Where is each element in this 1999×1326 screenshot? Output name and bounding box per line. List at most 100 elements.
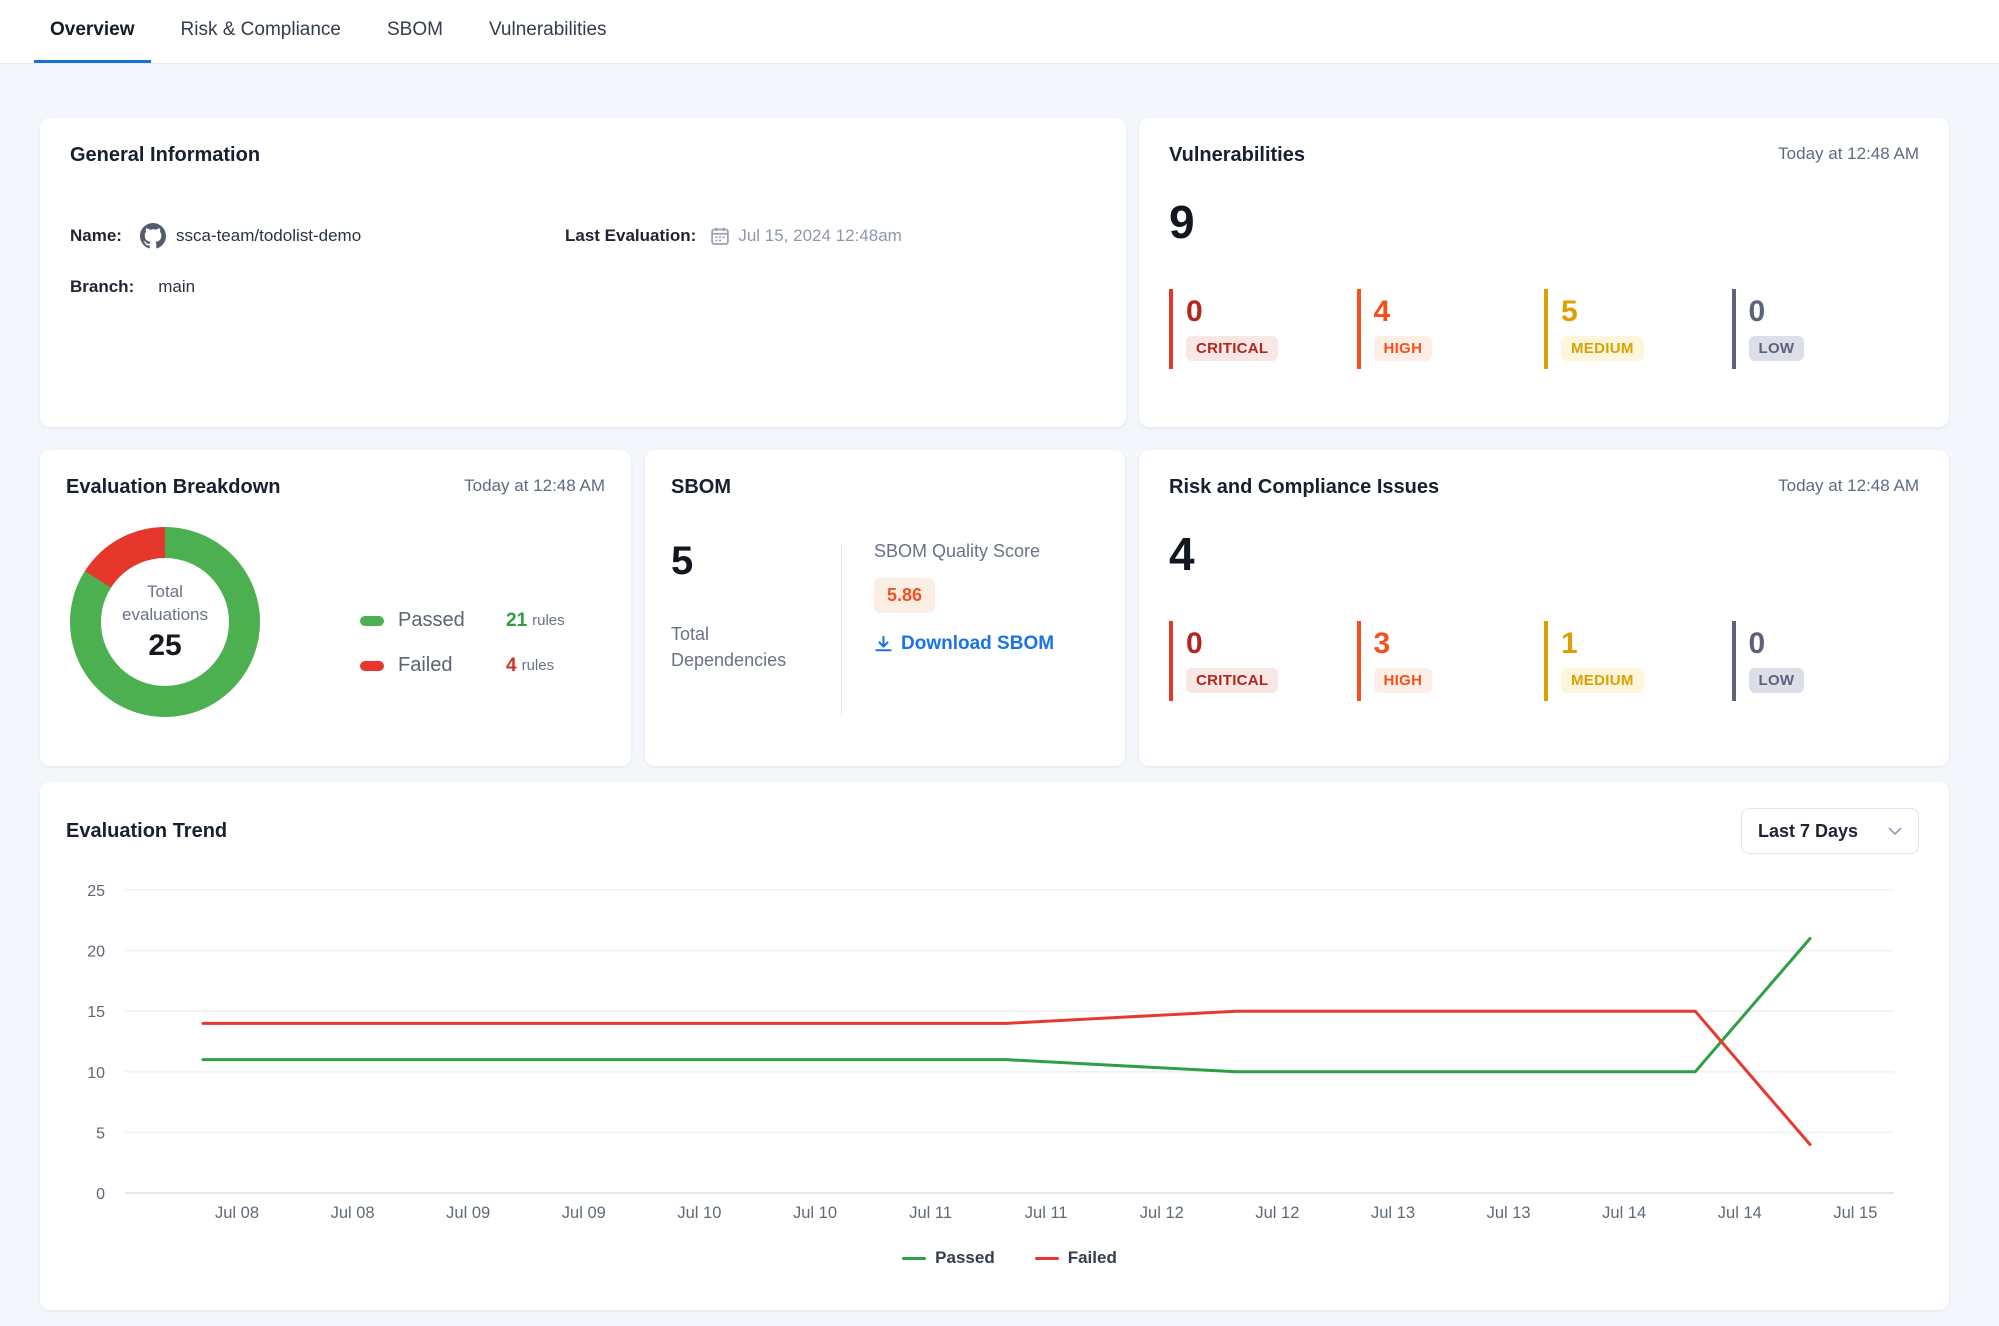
severity-item: 4 HIGH	[1357, 289, 1545, 369]
card-title: Vulnerabilities	[1169, 144, 1305, 167]
svg-text:0: 0	[96, 1186, 105, 1203]
tab-sbom[interactable]: SBOM	[371, 0, 459, 63]
download-sbom-label: Download SBOM	[901, 633, 1054, 655]
branch-label: Branch:	[70, 277, 134, 297]
svg-text:Jul 09: Jul 09	[562, 1204, 606, 1222]
legend-failed-label: Failed	[398, 654, 506, 677]
svg-text:Jul 08: Jul 08	[331, 1204, 375, 1222]
severity-count: 0	[1186, 297, 1357, 327]
severity-badge: MEDIUM	[1561, 668, 1644, 693]
card-title: Risk and Compliance Issues	[1169, 476, 1439, 499]
download-sbom-link[interactable]: Download SBOM	[874, 633, 1054, 655]
evaluations-donut-chart: Total evaluations 25	[70, 527, 260, 717]
severity-badge: CRITICAL	[1186, 336, 1278, 361]
legend-failed-count: 4	[506, 655, 517, 677]
severity-item: 0 LOW	[1732, 289, 1920, 369]
top-tab-bar: Overview Risk & Compliance SBOM Vulnerab…	[0, 0, 1999, 64]
tab-overview[interactable]: Overview	[34, 0, 151, 63]
svg-text:Jul 14: Jul 14	[1718, 1204, 1762, 1222]
general-information-card: General Information Name: ssca-team/todo…	[40, 118, 1126, 427]
severity-badge: CRITICAL	[1186, 668, 1278, 693]
severity-item: 3 HIGH	[1357, 621, 1545, 701]
svg-text:5: 5	[96, 1125, 105, 1142]
severity-count: 1	[1561, 629, 1732, 659]
severity-badge: HIGH	[1374, 668, 1433, 693]
svg-text:Jul 12: Jul 12	[1140, 1204, 1184, 1222]
vulnerabilities-severity-row: 0 CRITICAL 4 HIGH 5 MEDIUM 0 LOW	[1169, 289, 1919, 369]
svg-text:Jul 15: Jul 15	[1833, 1204, 1877, 1222]
calendar-icon	[710, 226, 730, 246]
repo-name-value: ssca-team/todolist-demo	[176, 226, 361, 246]
svg-text:Jul 11: Jul 11	[909, 1204, 952, 1222]
card-title: General Information	[70, 144, 1096, 167]
svg-text:10: 10	[87, 1065, 105, 1082]
svg-text:Jul 10: Jul 10	[677, 1204, 721, 1222]
severity-count: 0	[1749, 297, 1920, 327]
trend-legend-label: Passed	[935, 1248, 995, 1268]
severity-count: 3	[1374, 629, 1545, 659]
svg-text:Jul 12: Jul 12	[1255, 1204, 1299, 1222]
github-icon	[140, 223, 166, 249]
risk-compliance-severity-row: 0 CRITICAL 3 HIGH 1 MEDIUM 0 LOW	[1169, 621, 1919, 701]
trend-legend-item-passed[interactable]: Passed	[902, 1248, 995, 1268]
legend-passed-count: 21	[506, 610, 527, 632]
svg-text:Jul 09: Jul 09	[446, 1204, 490, 1222]
svg-text:Jul 10: Jul 10	[793, 1204, 837, 1222]
passed-line-icon	[902, 1257, 926, 1260]
severity-item: 5 MEDIUM	[1544, 289, 1732, 369]
donut-center-label: Total evaluations	[110, 581, 220, 627]
failed-pill-icon	[360, 661, 384, 671]
svg-text:Jul 08: Jul 08	[215, 1204, 259, 1222]
trend-legend-item-failed[interactable]: Failed	[1035, 1248, 1117, 1268]
tab-risk-compliance[interactable]: Risk & Compliance	[165, 0, 358, 63]
last-evaluation-label: Last Evaluation:	[565, 226, 696, 246]
severity-count: 0	[1186, 629, 1357, 659]
evaluation-breakdown-timestamp: Today at 12:48 AM	[464, 476, 605, 496]
severity-badge: LOW	[1749, 336, 1805, 361]
vulnerabilities-total: 9	[1169, 199, 1919, 245]
legend-row-failed: Failed 4 rules	[360, 654, 565, 677]
dashboard-content: General Information Name: ssca-team/todo…	[0, 64, 1999, 1310]
card-title: SBOM	[671, 476, 1099, 499]
download-icon	[874, 635, 893, 654]
sbom-quality-score-badge: 5.86	[874, 578, 935, 613]
severity-item: 0 CRITICAL	[1169, 289, 1357, 369]
total-dependencies-label: Total Dependencies	[671, 621, 801, 673]
name-label: Name:	[70, 226, 122, 246]
svg-text:Jul 13: Jul 13	[1371, 1204, 1415, 1222]
sbom-card: SBOM 5 Total Dependencies SBOM Quality S…	[645, 450, 1125, 766]
legend-failed-unit: rules	[522, 657, 555, 674]
svg-text:Jul 13: Jul 13	[1487, 1204, 1531, 1222]
risk-compliance-timestamp: Today at 12:48 AM	[1778, 476, 1919, 496]
severity-item: 0 CRITICAL	[1169, 621, 1357, 701]
legend-row-passed: Passed 21 rules	[360, 609, 565, 632]
evaluation-trend-card: Evaluation Trend Last 7 Days 0510152025J…	[40, 782, 1949, 1310]
severity-badge: LOW	[1749, 668, 1805, 693]
severity-item: 1 MEDIUM	[1544, 621, 1732, 701]
svg-text:Jul 14: Jul 14	[1602, 1204, 1646, 1222]
severity-count: 5	[1561, 297, 1732, 327]
card-title: Evaluation Breakdown	[66, 476, 281, 499]
trend-chart-legend: Passed Failed	[125, 1248, 1894, 1268]
vulnerabilities-card: Vulnerabilities Today at 12:48 AM 9 0 CR…	[1139, 118, 1949, 427]
total-dependencies-value: 5	[671, 541, 841, 581]
tab-vulnerabilities[interactable]: Vulnerabilities	[473, 0, 623, 63]
legend-passed-unit: rules	[532, 612, 565, 629]
evaluation-breakdown-card: Evaluation Breakdown Today at 12:48 AM T…	[40, 450, 631, 766]
vertical-divider	[841, 543, 842, 715]
severity-item: 0 LOW	[1732, 621, 1920, 701]
branch-value: main	[158, 277, 195, 297]
trend-legend-label: Failed	[1068, 1248, 1117, 1268]
vulnerabilities-timestamp: Today at 12:48 AM	[1778, 144, 1919, 164]
svg-text:25: 25	[87, 883, 105, 900]
risk-compliance-total: 4	[1169, 531, 1919, 577]
severity-count: 0	[1749, 629, 1920, 659]
legend-passed-label: Passed	[398, 609, 506, 632]
trend-line-chart: 0510152025Jul 08Jul 08Jul 09Jul 09Jul 10…	[40, 782, 1949, 1310]
last-evaluation-value: Jul 15, 2024 12:48am	[738, 226, 902, 246]
svg-text:Jul 11: Jul 11	[1025, 1204, 1068, 1222]
svg-text:15: 15	[87, 1004, 105, 1021]
failed-line-icon	[1035, 1257, 1059, 1260]
severity-badge: MEDIUM	[1561, 336, 1644, 361]
risk-compliance-card: Risk and Compliance Issues Today at 12:4…	[1139, 450, 1949, 766]
